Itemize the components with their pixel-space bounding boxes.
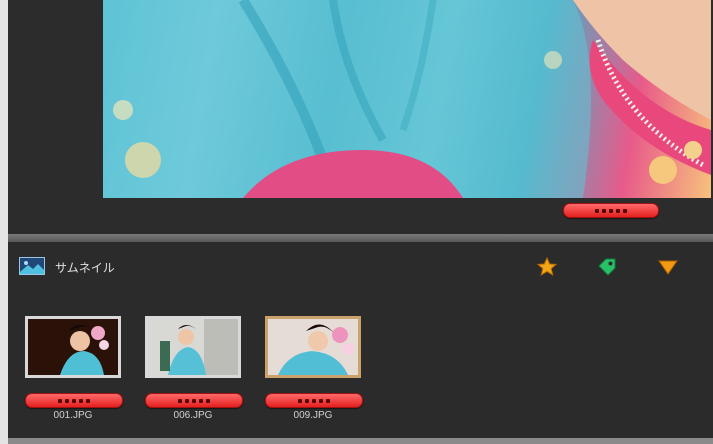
thumbnail-001[interactable]	[25, 316, 121, 378]
rating-dot	[595, 208, 599, 213]
preview-pane	[8, 0, 713, 234]
thumbnail-filename: 001.JPG	[53, 410, 93, 421]
preview-photo[interactable]	[103, 0, 711, 198]
rating-dot	[623, 208, 627, 213]
rating-dot	[326, 398, 330, 403]
rating-dot	[185, 398, 189, 403]
thumbnail-006[interactable]	[145, 316, 241, 378]
rating-dot	[206, 398, 210, 403]
star-icon[interactable]	[536, 256, 558, 278]
image-icon	[19, 257, 45, 275]
rating-dot	[199, 398, 203, 403]
rating-dot	[79, 398, 83, 403]
rating-dot	[305, 398, 309, 403]
rating-dot	[609, 208, 613, 213]
thumbnail-filename: 006.JPG	[173, 410, 213, 421]
tag-icon[interactable]	[596, 256, 618, 278]
thumbnail-filename: 009.JPG	[293, 410, 333, 421]
preview-rating-bar[interactable]	[563, 203, 659, 218]
rating-dot	[58, 398, 62, 403]
rating-dot	[192, 398, 196, 403]
bottom-border	[8, 438, 713, 444]
thumbnail-panel: サムネイル 001.JPG 006.JPG 009.JPG	[8, 242, 713, 438]
panel-divider[interactable]	[8, 234, 713, 242]
thumbnail-009[interactable]	[265, 316, 361, 378]
photo-illustration	[103, 0, 711, 198]
rating-dot	[312, 398, 316, 403]
rating-dot	[72, 398, 76, 403]
rating-dot	[616, 208, 620, 213]
rating-dot	[602, 208, 606, 213]
rating-dot	[178, 398, 182, 403]
rating-dot	[65, 398, 69, 403]
thumbnail-rating-bar[interactable]	[25, 393, 123, 408]
filter-icon[interactable]	[657, 256, 679, 278]
panel-title: サムネイル	[55, 261, 115, 275]
rating-dot	[319, 398, 323, 403]
thumbnail-rating-bar[interactable]	[145, 393, 243, 408]
rating-dot	[298, 398, 302, 403]
thumbnail-rating-bar[interactable]	[265, 393, 363, 408]
rating-dot	[86, 398, 90, 403]
